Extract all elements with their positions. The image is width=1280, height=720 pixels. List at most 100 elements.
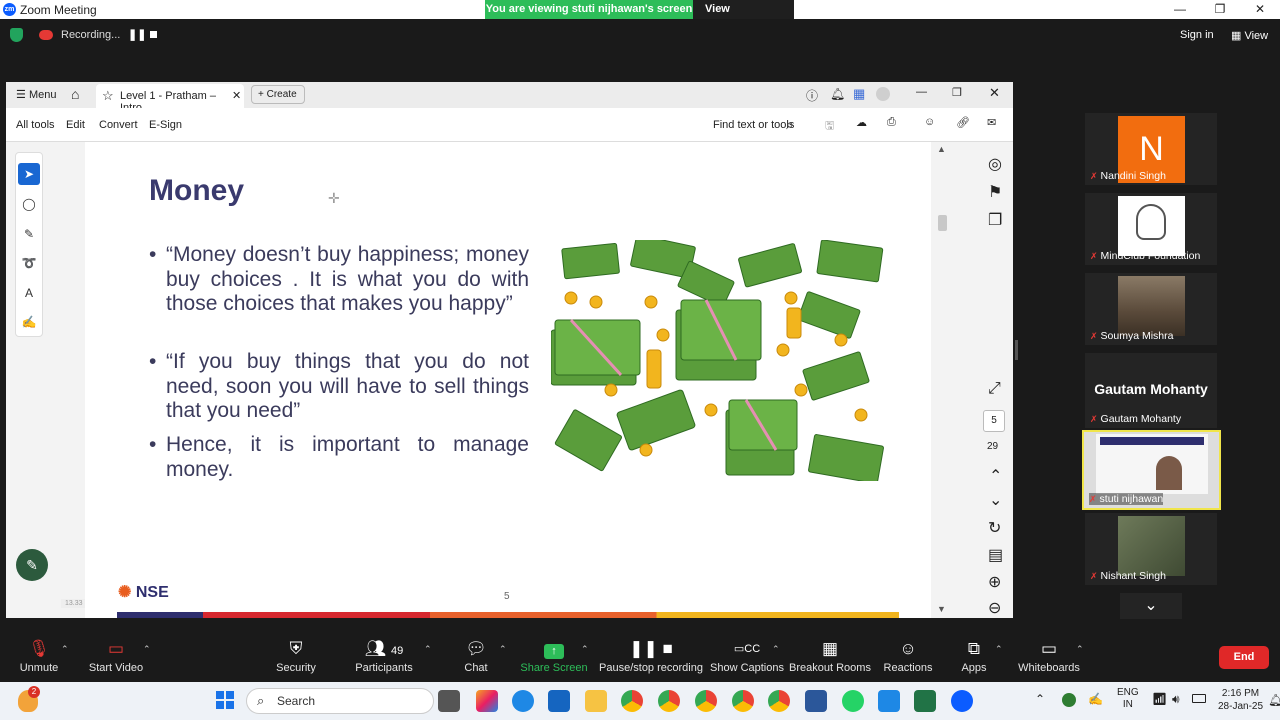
pdf-restore-icon[interactable]: ❐ bbox=[952, 86, 962, 99]
print-icon[interactable]: ⎙ bbox=[887, 116, 896, 129]
share-people-icon[interactable]: ☺ bbox=[924, 116, 935, 128]
participant-tile[interactable]: ✗ Soumya Mishra bbox=[1085, 273, 1217, 345]
view-options-button[interactable]: View Options⌄ bbox=[693, 0, 794, 34]
store-icon[interactable] bbox=[548, 690, 570, 712]
volume-icon[interactable]: 🔊︎ bbox=[1172, 692, 1180, 707]
start-video-button[interactable]: ▭ Start Video bbox=[71, 636, 161, 682]
annotate-pencil-button[interactable]: ✎ bbox=[16, 549, 48, 581]
esign-button[interactable]: E-Sign bbox=[149, 119, 182, 131]
apps-options-icon[interactable]: ⌃ bbox=[995, 644, 1003, 655]
sign-in-link[interactable]: Sign in bbox=[1180, 29, 1214, 41]
whiteboards-options-icon[interactable]: ⌃ bbox=[1076, 644, 1084, 655]
home-icon[interactable]: ⌂ bbox=[71, 86, 79, 102]
stop-icon[interactable] bbox=[150, 31, 157, 38]
taskbar-search-field[interactable]: ⌕ Search bbox=[246, 688, 434, 714]
save-icon[interactable]: 🖫︎ bbox=[825, 117, 834, 136]
zoom-taskbar-icon[interactable] bbox=[951, 690, 973, 712]
help-icon[interactable]: ⓘ bbox=[806, 87, 818, 104]
copilot-icon[interactable] bbox=[476, 690, 498, 712]
view-button[interactable]: ▦ View bbox=[1231, 29, 1268, 42]
pause-icon[interactable]: ❚❚ bbox=[128, 28, 146, 41]
select-cursor-icon[interactable]: ➤ bbox=[18, 163, 40, 185]
battery-icon[interactable] bbox=[1192, 694, 1206, 703]
maximize-icon[interactable]: ❐ bbox=[1200, 0, 1240, 19]
pdf-close-icon[interactable]: ✕ bbox=[989, 85, 1000, 101]
pages-icon[interactable]: ❐ bbox=[988, 210, 1002, 230]
avatar[interactable] bbox=[876, 87, 890, 101]
pdf-minimize-icon[interactable]: — bbox=[916, 86, 927, 98]
document-tab[interactable]: ☆ Level 1 - Pratham – Intro... ✕ bbox=[96, 84, 244, 114]
input-method-icon[interactable]: ✍ bbox=[1088, 692, 1103, 706]
unmute-options-icon[interactable]: ⌃ bbox=[61, 644, 69, 655]
chat-button[interactable]: 💬︎ Chat bbox=[431, 636, 521, 682]
end-meeting-button[interactable]: End bbox=[1219, 646, 1269, 669]
wifi-icon[interactable]: 📶︎ bbox=[1152, 692, 1167, 706]
video-options-icon[interactable]: ⌃ bbox=[143, 644, 151, 655]
lasso-icon[interactable]: ➰ bbox=[18, 252, 40, 274]
close-window-icon[interactable]: ✕ bbox=[1240, 0, 1280, 19]
menu-button[interactable]: ☰ Menu bbox=[16, 88, 56, 101]
link-icon[interactable]: 🔗︎ bbox=[956, 116, 970, 129]
whatsapp-icon[interactable] bbox=[842, 690, 864, 712]
security-tray-icon[interactable] bbox=[1062, 693, 1076, 707]
next-page-icon[interactable]: ⌄ bbox=[989, 490, 1002, 510]
chrome-icon[interactable] bbox=[621, 690, 643, 712]
convert-button[interactable]: Convert bbox=[99, 119, 138, 131]
participant-tile[interactable]: ✗ Nishant Singh bbox=[1085, 513, 1217, 585]
task-view-icon[interactable] bbox=[438, 690, 460, 712]
extract-page-icon[interactable]: ▤ bbox=[988, 545, 1003, 565]
tray-chevron-up-icon[interactable]: ⌃ bbox=[1035, 692, 1045, 706]
participants-button[interactable]: 👥︎ 49 Participants bbox=[339, 636, 429, 682]
participant-tile[interactable]: ✗ MindClub Foundation bbox=[1085, 193, 1217, 265]
bookmark-icon[interactable]: ⚑ bbox=[988, 182, 1002, 202]
page-number-input[interactable]: 5 bbox=[983, 410, 1005, 432]
excel-icon[interactable] bbox=[914, 690, 936, 712]
rotate-icon[interactable]: ↻ bbox=[988, 518, 1001, 538]
file-explorer-icon[interactable] bbox=[585, 690, 607, 712]
participant-tile[interactable]: N ✗ Nandini Singh bbox=[1085, 113, 1217, 185]
captions-options-icon[interactable]: ⌃ bbox=[772, 644, 780, 655]
language-indicator[interactable]: ENG IN bbox=[1117, 687, 1139, 711]
edit-button[interactable]: Edit bbox=[66, 119, 85, 131]
zoom-out-icon[interactable]: ⊖ bbox=[988, 598, 1001, 618]
pen-icon[interactable]: ✎ bbox=[18, 223, 40, 245]
apps-grid-icon[interactable]: ▦ bbox=[853, 86, 865, 102]
minimize-icon[interactable]: — bbox=[1160, 0, 1200, 19]
chrome-profile-icon[interactable] bbox=[732, 690, 754, 712]
clock[interactable]: 2:16 PM 28-Jan-25 bbox=[1218, 687, 1263, 713]
zoom-in-icon[interactable]: ⊕ bbox=[988, 572, 1001, 592]
vertical-scrollbar[interactable]: ▲ ▼ bbox=[931, 142, 951, 618]
create-button[interactable]: + Create bbox=[251, 85, 305, 104]
chrome-profile-icon[interactable] bbox=[768, 690, 790, 712]
word-icon[interactable] bbox=[805, 690, 827, 712]
scroll-down-icon[interactable]: ▼ bbox=[937, 604, 946, 614]
notifications-bell-icon[interactable]: 🔔︎ bbox=[1268, 693, 1280, 707]
mail-icon[interactable]: ✉ bbox=[987, 116, 996, 129]
chrome-profile-icon[interactable] bbox=[658, 690, 680, 712]
share-options-icon[interactable]: ⌃ bbox=[581, 644, 589, 655]
chat-options-icon[interactable]: ⌃ bbox=[499, 644, 507, 655]
edge-icon[interactable] bbox=[512, 690, 534, 712]
text-box-icon[interactable]: A bbox=[18, 282, 40, 304]
show-captions-button[interactable]: ▭CC Show Captions bbox=[702, 636, 792, 682]
search-icon[interactable]: ⌕ bbox=[786, 116, 794, 133]
scroll-participants-icon[interactable]: ⌄ bbox=[1120, 593, 1182, 619]
find-tools-field[interactable]: Find text or tools bbox=[713, 119, 794, 131]
participant-tile[interactable]: Gautam Mohanty ✗ Gautam Mohanty bbox=[1085, 353, 1217, 428]
comment-icon[interactable]: ◯ bbox=[18, 193, 40, 215]
share-screen-button[interactable]: ↑ Share Screen bbox=[509, 636, 599, 682]
signature-icon[interactable]: ✍ bbox=[18, 311, 40, 333]
participant-tile-speaking[interactable]: ✗ stuti nijhawan bbox=[1082, 430, 1221, 510]
all-tools-button[interactable]: All tools bbox=[16, 119, 55, 131]
chrome-profile-icon[interactable] bbox=[695, 690, 717, 712]
snipping-tool-icon[interactable] bbox=[878, 690, 900, 712]
upload-cloud-icon[interactable]: ☁ bbox=[856, 116, 867, 129]
prev-page-icon[interactable]: ⌃ bbox=[989, 466, 1002, 486]
comment-bubble-icon[interactable]: ◎ bbox=[988, 154, 1002, 174]
bell-icon[interactable]: 🔔︎ bbox=[830, 87, 845, 101]
scroll-up-icon[interactable]: ▲ bbox=[937, 144, 946, 154]
splitter-handle[interactable] bbox=[1015, 340, 1018, 360]
close-tab-icon[interactable]: ✕ bbox=[232, 89, 241, 102]
whiteboards-button[interactable]: ▭ Whiteboards bbox=[1004, 636, 1094, 682]
security-button[interactable]: ⛨ Security bbox=[251, 636, 341, 682]
